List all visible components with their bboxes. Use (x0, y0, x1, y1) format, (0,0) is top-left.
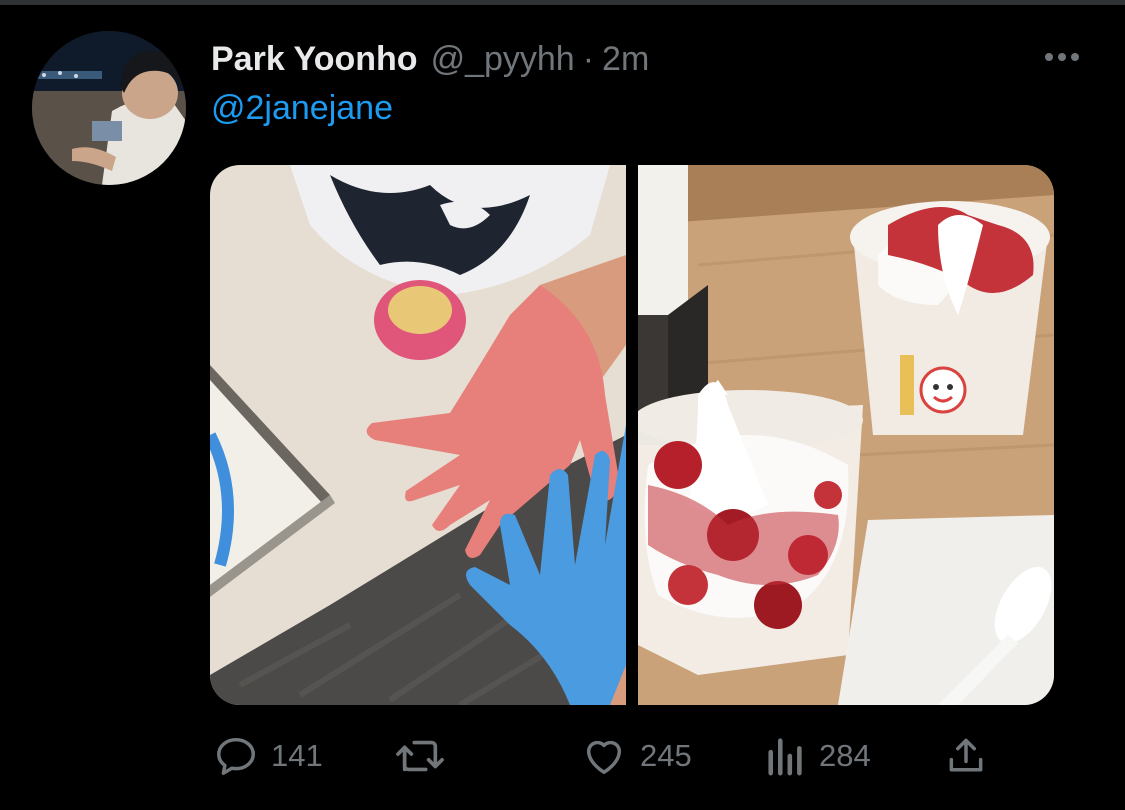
photo-painted-hands[interactable] (210, 165, 626, 705)
retweet-icon (396, 740, 444, 772)
display-name[interactable]: Park Yoonho (211, 36, 418, 82)
more-dot (1058, 53, 1066, 61)
views-button[interactable]: 284 (765, 728, 871, 784)
more-dot (1045, 53, 1053, 61)
like-count: 245 (640, 738, 692, 773)
reply-icon (217, 737, 255, 775)
avatar[interactable] (32, 31, 186, 185)
photo-strawberry-sundaes[interactable] (638, 165, 1054, 705)
share-icon (949, 738, 983, 772)
more-dot (1071, 53, 1079, 61)
views-icon (768, 738, 802, 776)
top-divider (0, 0, 1125, 5)
like-button[interactable]: 245 (580, 728, 692, 784)
views-count: 284 (819, 738, 871, 773)
share-button[interactable] (944, 728, 988, 784)
action-bar: 141 245 284 (210, 728, 1000, 784)
media-grid (210, 165, 1054, 705)
tweet-text-mention[interactable]: @2janejane (211, 86, 393, 130)
more-icon[interactable] (1038, 44, 1086, 70)
reply-button[interactable]: 141 (213, 728, 323, 784)
retweet-button[interactable] (393, 728, 459, 784)
handle[interactable]: @_pyyhh (431, 36, 575, 82)
separator-dot: · (582, 40, 595, 78)
timestamp[interactable]: 2m (602, 36, 649, 82)
heart-icon (586, 740, 622, 775)
tweet-header: Park Yoonho @_pyyhh · 2m (211, 36, 649, 82)
reply-count: 141 (271, 738, 323, 773)
